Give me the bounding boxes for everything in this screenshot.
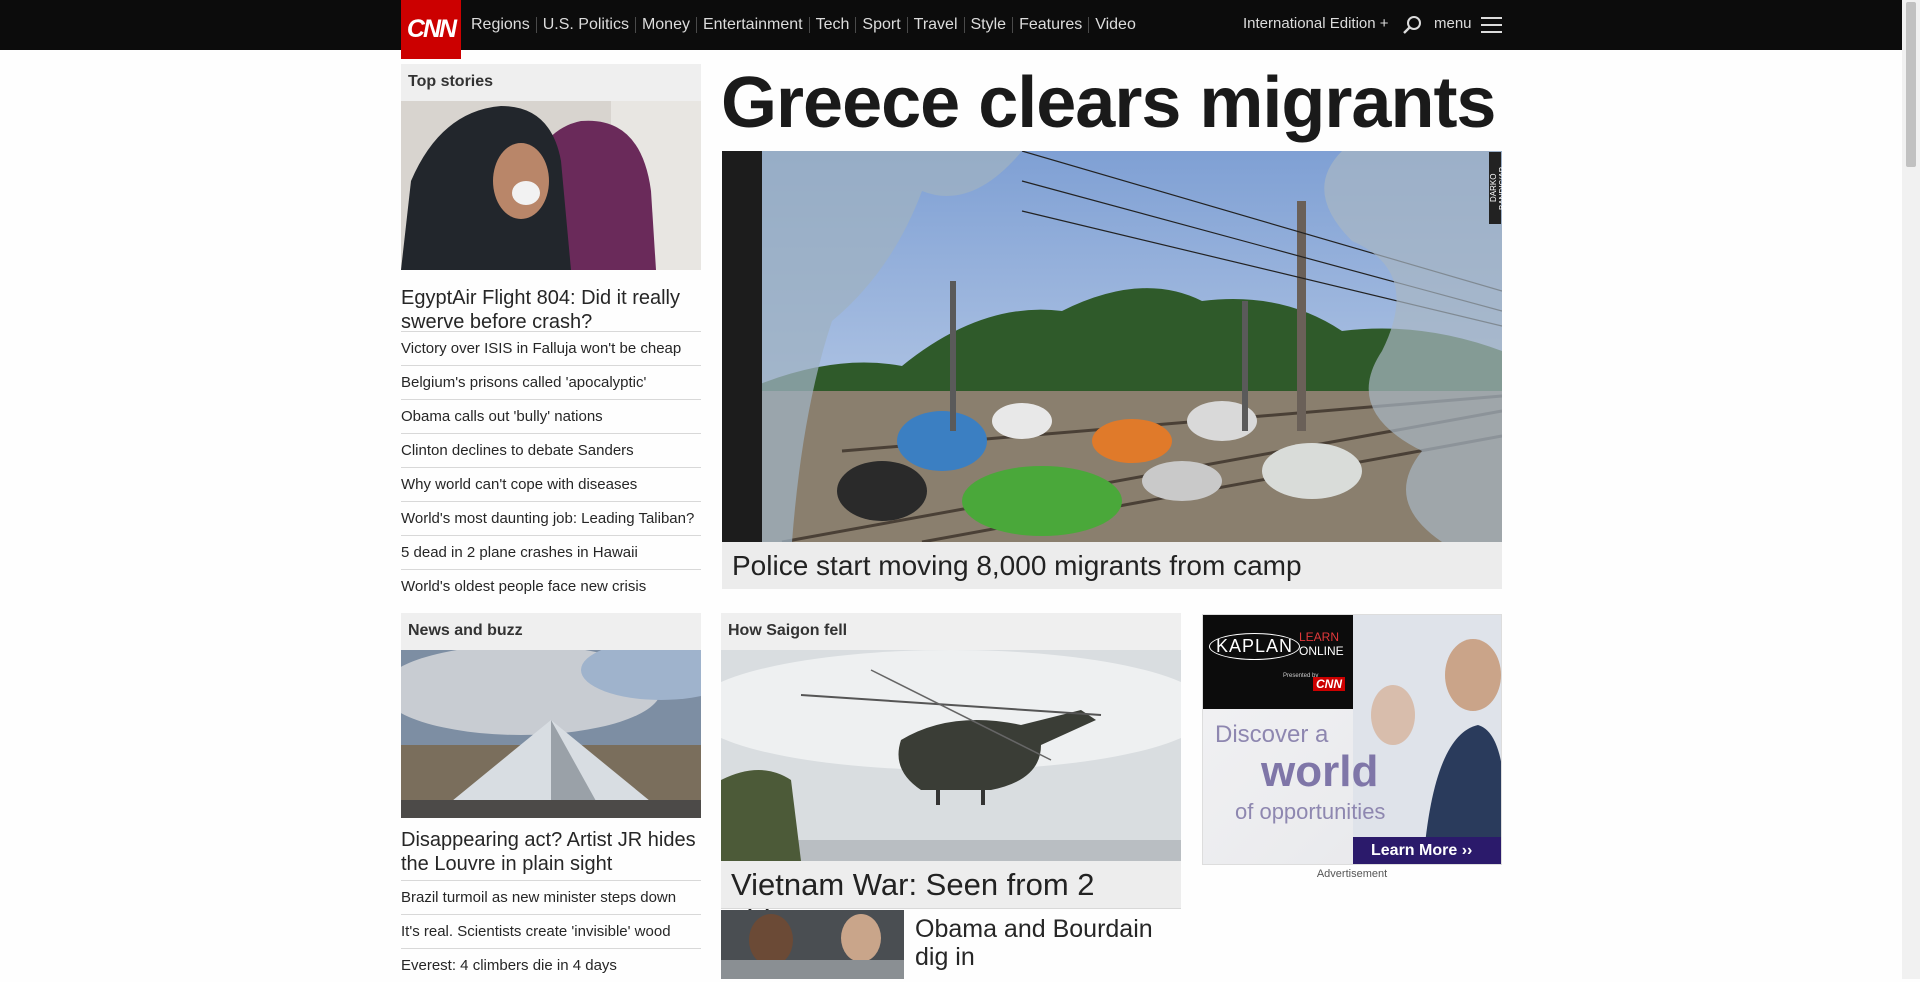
- cnn-logo[interactable]: CNN: [401, 0, 461, 59]
- list-item[interactable]: Belgium's prisons called 'apocalyptic': [401, 365, 701, 399]
- edition-selector[interactable]: International Edition +: [1243, 15, 1389, 32]
- nav-us-politics[interactable]: U.S. Politics: [537, 17, 636, 33]
- list-item[interactable]: Brazil turmoil as new minister steps dow…: [401, 880, 701, 914]
- list-item[interactable]: World's oldest people face new crisis: [401, 569, 701, 603]
- list-item[interactable]: Everest: 4 climbers die in 4 days: [401, 948, 701, 982]
- advertisement-label: Advertisement: [1316, 868, 1388, 880]
- ad-line-3: of opportunities: [1235, 799, 1386, 824]
- saigon-caption[interactable]: Vietnam War: Seen from 2 sides: [721, 861, 1181, 938]
- hero-caption[interactable]: Police start moving 8,000 migrants from …: [722, 542, 1502, 589]
- nav-tech[interactable]: Tech: [810, 17, 857, 33]
- menu-label[interactable]: menu: [1434, 15, 1472, 32]
- top-stories-lead-image[interactable]: [401, 101, 701, 270]
- nav-travel[interactable]: Travel: [908, 17, 965, 33]
- list-item[interactable]: Obama calls out 'bully' nations: [401, 399, 701, 433]
- main-nav: Regions U.S. Politics Money Entertainmen…: [471, 0, 1142, 50]
- list-item[interactable]: Clinton declines to debate Sanders: [401, 433, 701, 467]
- ad-brand-name: KAPLAN: [1209, 633, 1301, 660]
- top-stories-header: Top stories: [401, 64, 701, 101]
- logo-text: CNN: [406, 15, 457, 43]
- scrollbar-thumb[interactable]: [1906, 2, 1916, 167]
- news-and-buzz-header: News and buzz: [401, 613, 701, 650]
- top-navigation-bar: Regions U.S. Politics Money Entertainmen…: [0, 0, 1902, 50]
- ad-line-2: world: [1261, 747, 1379, 796]
- nav-regions[interactable]: Regions: [471, 17, 537, 33]
- nav-style[interactable]: Style: [965, 17, 1014, 33]
- list-item[interactable]: Victory over ISIS in Falluja won't be ch…: [401, 331, 701, 365]
- ad-line-1: Discover a: [1215, 721, 1329, 748]
- nav-sport[interactable]: Sport: [856, 17, 908, 33]
- photo-credit: DARKO BANDIC/AP: [1489, 152, 1507, 224]
- bourdain-title[interactable]: Obama and Bourdain dig in: [915, 915, 1175, 971]
- top-stories-list: Victory over ISIS in Falluja won't be ch…: [401, 331, 701, 603]
- ad-learn-more-button[interactable]: Learn More ››: [1353, 837, 1501, 864]
- nav-features[interactable]: Features: [1013, 17, 1090, 33]
- ad-cnn-badge: CNN: [1313, 677, 1345, 691]
- list-item[interactable]: 5 dead in 2 plane crashes in Hawaii: [401, 535, 701, 569]
- list-item[interactable]: Why world can't cope with diseases: [401, 467, 701, 501]
- search-icon[interactable]: [1401, 14, 1423, 36]
- ad-photo: [1353, 615, 1501, 864]
- nav-entertainment[interactable]: Entertainment: [697, 17, 810, 33]
- saigon-header: How Saigon fell: [721, 613, 1181, 650]
- ad-brand-sub-2: ONLINE: [1299, 644, 1344, 658]
- news-and-buzz-lead-title[interactable]: Disappearing act? Artist JR hides the Lo…: [401, 828, 701, 876]
- ad-brand-block: KAPLAN LEARN ONLINE Presented by CNN: [1203, 615, 1355, 709]
- top-stories-lead-title[interactable]: EgyptAir Flight 804: Did it really swerv…: [401, 286, 701, 334]
- advertisement-banner[interactable]: KAPLAN LEARN ONLINE Presented by CNN Dis…: [1202, 614, 1502, 865]
- news-and-buzz-list: Brazil turmoil as new minister steps dow…: [401, 880, 701, 982]
- hero-headline[interactable]: Greece clears migrants: [721, 62, 1496, 144]
- nav-money[interactable]: Money: [636, 17, 697, 33]
- list-item[interactable]: It's real. Scientists create 'invisible'…: [401, 914, 701, 948]
- list-item[interactable]: World's most daunting job: Leading Talib…: [401, 501, 701, 535]
- saigon-image[interactable]: [721, 650, 1181, 861]
- news-and-buzz-lead-image[interactable]: [401, 650, 701, 818]
- hero-image[interactable]: [722, 151, 1502, 542]
- page-scrollbar[interactable]: [1902, 0, 1920, 979]
- hamburger-menu-icon[interactable]: [1481, 17, 1502, 33]
- bourdain-image[interactable]: [721, 910, 904, 979]
- nav-video[interactable]: Video: [1089, 17, 1142, 33]
- ad-brand-sub-1: LEARN: [1299, 630, 1340, 644]
